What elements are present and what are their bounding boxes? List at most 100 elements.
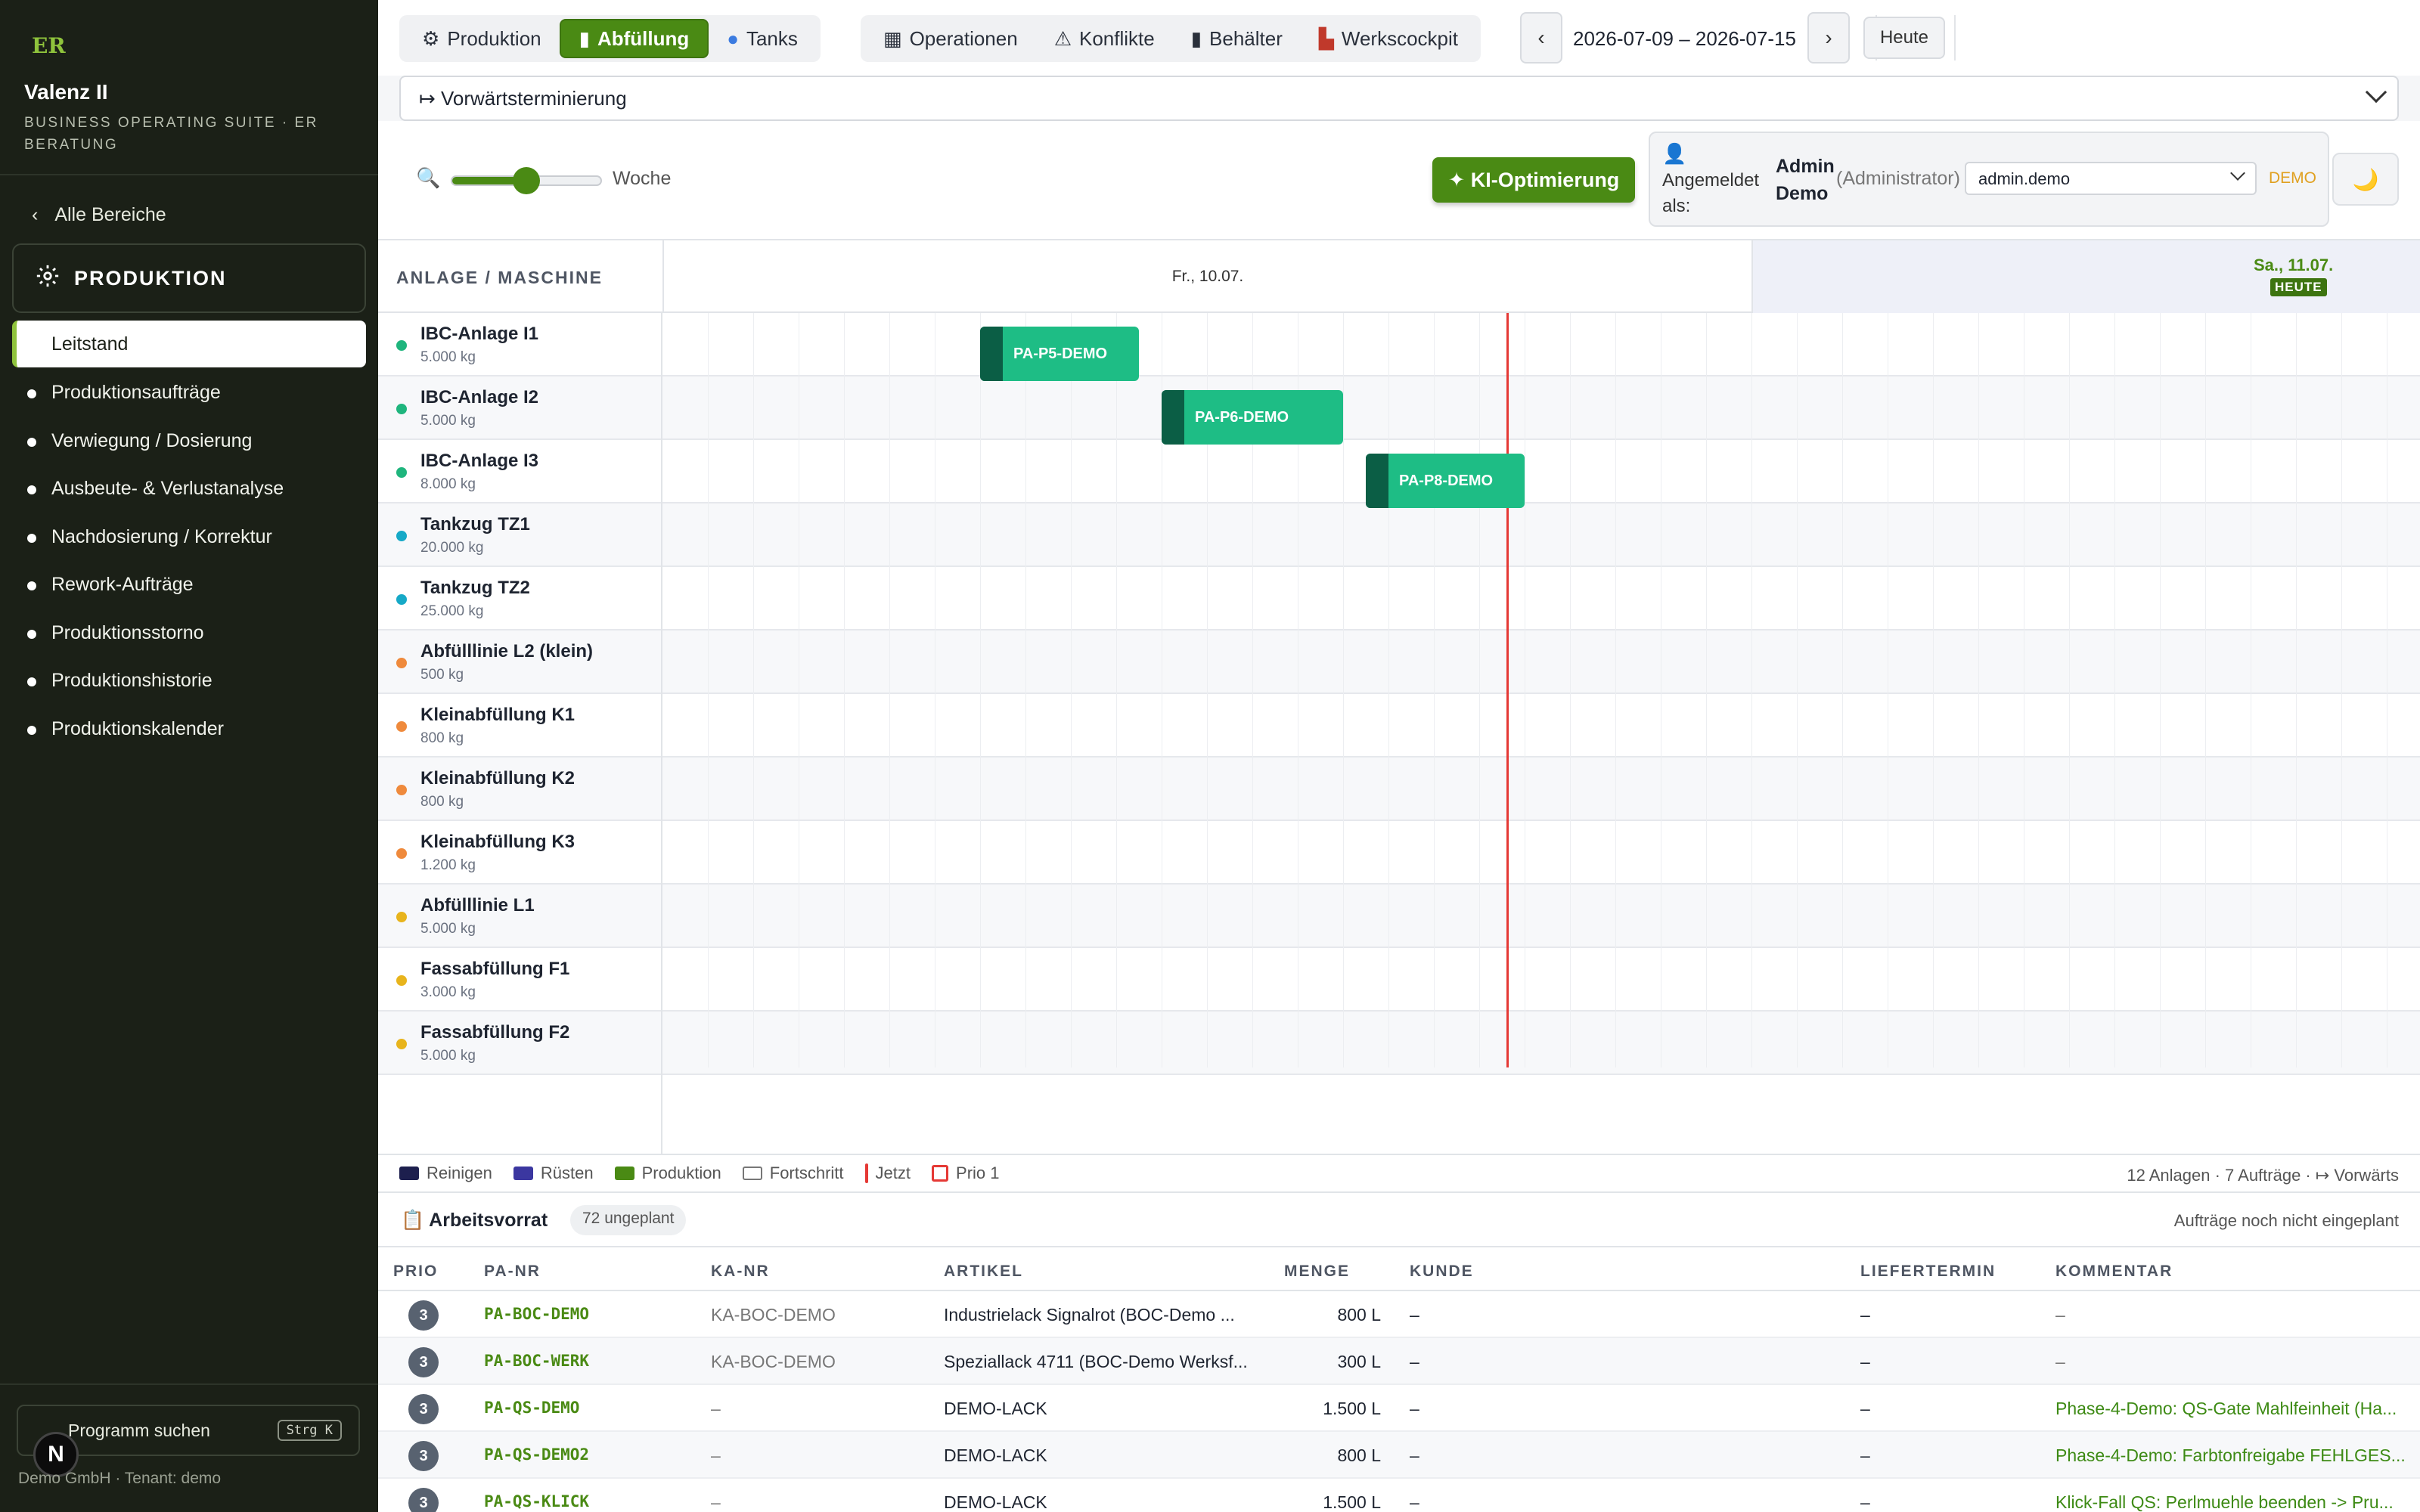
pa-number[interactable]: PA-BOC-WERK <box>484 1352 589 1370</box>
resource-name: IBC-Anlage I1 <box>420 324 539 344</box>
resource-capacity: 800 kg <box>420 794 464 810</box>
sidebar-item-verwiegung[interactable]: Verwiegung / Dosierung <box>12 417 366 466</box>
gantt-row[interactable]: Kleinabfüllung K2 800 kg <box>378 758 2420 821</box>
zoom-slider-knob[interactable] <box>513 167 540 194</box>
status-dot-icon <box>396 1039 407 1049</box>
tab-label: Produktion <box>447 26 541 50</box>
tab-behaelter[interactable]: ▮ Behälter <box>1173 19 1301 58</box>
table-row[interactable]: 3 PA-QS-DEMO – DEMO-LACK 1.500 L – – Pha… <box>378 1385 2420 1432</box>
grid-line <box>1751 313 1752 1067</box>
gantt-row[interactable]: Tankzug TZ1 20.000 kg <box>378 503 2420 567</box>
sidebar-item-label: Produktionshistorie <box>51 670 213 692</box>
now-line <box>1506 313 1509 1067</box>
sidebar-item-leitstand[interactable]: Leitstand <box>12 321 366 367</box>
sidebar-item-nachdosierung[interactable]: Nachdosierung / Korrektur <box>12 513 366 562</box>
gantt-row[interactable]: IBC-Anlage I2 5.000 kg <box>378 376 2420 440</box>
status-dot-icon <box>396 594 407 605</box>
pa-number[interactable]: PA-QS-DEMO <box>484 1399 579 1417</box>
gantt-row[interactable]: Abfülllinie L1 5.000 kg <box>378 885 2420 948</box>
table-row[interactable]: 3 PA-QS-KLICK – DEMO-LACK 1.500 L – – Kl… <box>378 1479 2420 1512</box>
sidebar-item-ausbeute[interactable]: Ausbeute- & Verlustanalyse <box>12 465 366 513</box>
order-bar-pa-p8-demo[interactable]: PA-P8-DEMO <box>1366 454 1525 508</box>
legend-swatch <box>399 1167 419 1180</box>
app-subtitle: BUSINESS OPERATING SUITE · ER BERATUNG <box>24 115 318 153</box>
column-header-kunde[interactable]: KUNDE <box>1410 1263 1474 1281</box>
gear-icon: ⚙ <box>422 26 440 50</box>
column-header-pa-nr[interactable]: PA-NR <box>484 1263 541 1281</box>
order-bar-pa-p6-demo[interactable]: PA-P6-DEMO <box>1162 390 1343 445</box>
worklist-title-text: Arbeitsvorrat <box>429 1210 548 1231</box>
sidebar-item-historie[interactable]: Produktionshistorie <box>12 657 366 705</box>
column-header-prio[interactable]: PRIO <box>393 1263 438 1281</box>
gantt-row[interactable]: Fassabfüllung F1 3.000 kg <box>378 948 2420 1012</box>
resource-capacity: 3.000 kg <box>420 984 476 1000</box>
delivery-date: – <box>1860 1305 1870 1325</box>
sidebar-item-rework[interactable]: Rework-Aufträge <box>12 561 366 609</box>
bullet-icon <box>27 629 36 639</box>
resource-capacity: 25.000 kg <box>420 603 484 619</box>
status-dot-icon <box>396 340 407 351</box>
column-header-kommentar[interactable]: KOMMENTAR <box>2055 1263 2173 1281</box>
order-bar-pa-p5-demo[interactable]: PA-P5-DEMO <box>980 327 1139 381</box>
pa-number[interactable]: PA-QS-DEMO2 <box>484 1445 589 1464</box>
column-header-artikel[interactable]: ARTIKEL <box>944 1263 1023 1281</box>
theme-toggle-moon-icon[interactable]: 🌙 <box>2332 153 2399 206</box>
shortcut-hint: Strg K <box>277 1420 342 1441</box>
column-header-menge[interactable]: MENGE <box>1284 1263 1350 1281</box>
priority-badge: 3 <box>408 1300 439 1331</box>
tab-tanks[interactable]: ● Tanks <box>709 19 816 58</box>
prev-week-button[interactable]: ‹ <box>1520 12 1562 64</box>
grid-line <box>708 313 709 1067</box>
table-row[interactable]: 3 PA-QS-DEMO2 – DEMO-LACK 800 L – – Phas… <box>378 1432 2420 1479</box>
table-row[interactable]: 3 PA-BOC-WERK KA-BOC-DEMO Speziallack 47… <box>378 1338 2420 1385</box>
back-to-all-areas[interactable]: ‹ Alle Bereiche <box>32 204 166 226</box>
sidebar-item-label: Leitstand <box>51 333 129 355</box>
sidebar-item-produktionsauftraege[interactable]: Produktionsaufträge <box>12 369 366 417</box>
scheduling-mode-select[interactable]: ↦ Vorwärtsterminierung <box>399 76 2399 121</box>
priority-badge: 3 <box>408 1347 439 1377</box>
gantt-row[interactable]: Kleinabfüllung K3 1.200 kg <box>378 821 2420 885</box>
tab-abfuellung[interactable]: ▮ Abfüllung <box>559 19 709 58</box>
ai-optimize-button[interactable]: ✦ KI-Optimierung <box>1432 157 1635 203</box>
gantt-row[interactable]: IBC-Anlage I1 5.000 kg <box>378 313 2420 376</box>
customer: – <box>1410 1352 1419 1371</box>
legend-swatch <box>932 1165 949 1182</box>
user-select[interactable]: admin.demo <box>1965 162 2257 195</box>
gantt-row[interactable]: Tankzug TZ2 25.000 kg <box>378 567 2420 631</box>
gantt-legend: Reinigen Rüsten Produktion Fortschritt J… <box>378 1154 2420 1193</box>
column-header-liefertermin[interactable]: LIEFERTERMIN <box>1860 1263 1996 1281</box>
resource-capacity: 20.000 kg <box>420 540 484 556</box>
tab-label: Behälter <box>1209 26 1283 50</box>
grid-icon: ▦ <box>883 26 902 50</box>
today-button[interactable]: Heute <box>1863 17 1945 59</box>
sidebar-item-label: Produktionskalender <box>51 717 224 739</box>
pa-number[interactable]: PA-BOC-DEMO <box>484 1305 589 1323</box>
table-row[interactable]: 3 PA-BOC-DEMO KA-BOC-DEMO Industrielack … <box>378 1291 2420 1338</box>
tab-operationen[interactable]: ▦ Operationen <box>865 19 1036 58</box>
zoom-slider[interactable] <box>451 167 602 194</box>
sidebar-item-label: Rework-Aufträge <box>51 574 194 596</box>
quantity: 300 L <box>1337 1352 1381 1371</box>
sidebar-item-storno[interactable]: Produktionsstorno <box>12 609 366 658</box>
day-header-1: Fr., 10.07. <box>662 240 1751 313</box>
next-week-button[interactable]: › <box>1807 12 1850 64</box>
tab-label: Operationen <box>909 26 1018 50</box>
tab-werkscockpit[interactable]: ▙ Werkscockpit <box>1301 19 1476 58</box>
resource-name: Kleinabfüllung K1 <box>420 705 575 725</box>
divider <box>0 1383 378 1385</box>
gantt-row[interactable]: Abfülllinie L2 (klein) 500 kg <box>378 631 2420 694</box>
tab-produktion[interactable]: ⚙ Produktion <box>404 19 560 58</box>
sidebar-item-kalender[interactable]: Produktionskalender <box>12 705 366 754</box>
gantt-row[interactable]: Kleinabfüllung K1 800 kg <box>378 694 2420 758</box>
tank-icon: ● <box>727 26 739 50</box>
column-header-ka-nr[interactable]: KA-NR <box>711 1263 770 1281</box>
divider <box>661 313 662 1155</box>
quantity: 1.500 L <box>1323 1492 1381 1512</box>
pa-number[interactable]: PA-QS-KLICK <box>484 1492 589 1510</box>
tab-group-views: ⚙ Produktion ▮ Abfüllung ● Tanks <box>399 15 821 62</box>
gantt-row[interactable]: Fassabfüllung F2 5.000 kg <box>378 1012 2420 1075</box>
tab-konflikte[interactable]: ⚠ Konflikte <box>1036 19 1173 58</box>
divider <box>1954 15 1956 60</box>
bar-label: PA-P6-DEMO <box>1195 408 1289 426</box>
section-header-produktion[interactable]: PRODUKTION <box>12 243 366 313</box>
